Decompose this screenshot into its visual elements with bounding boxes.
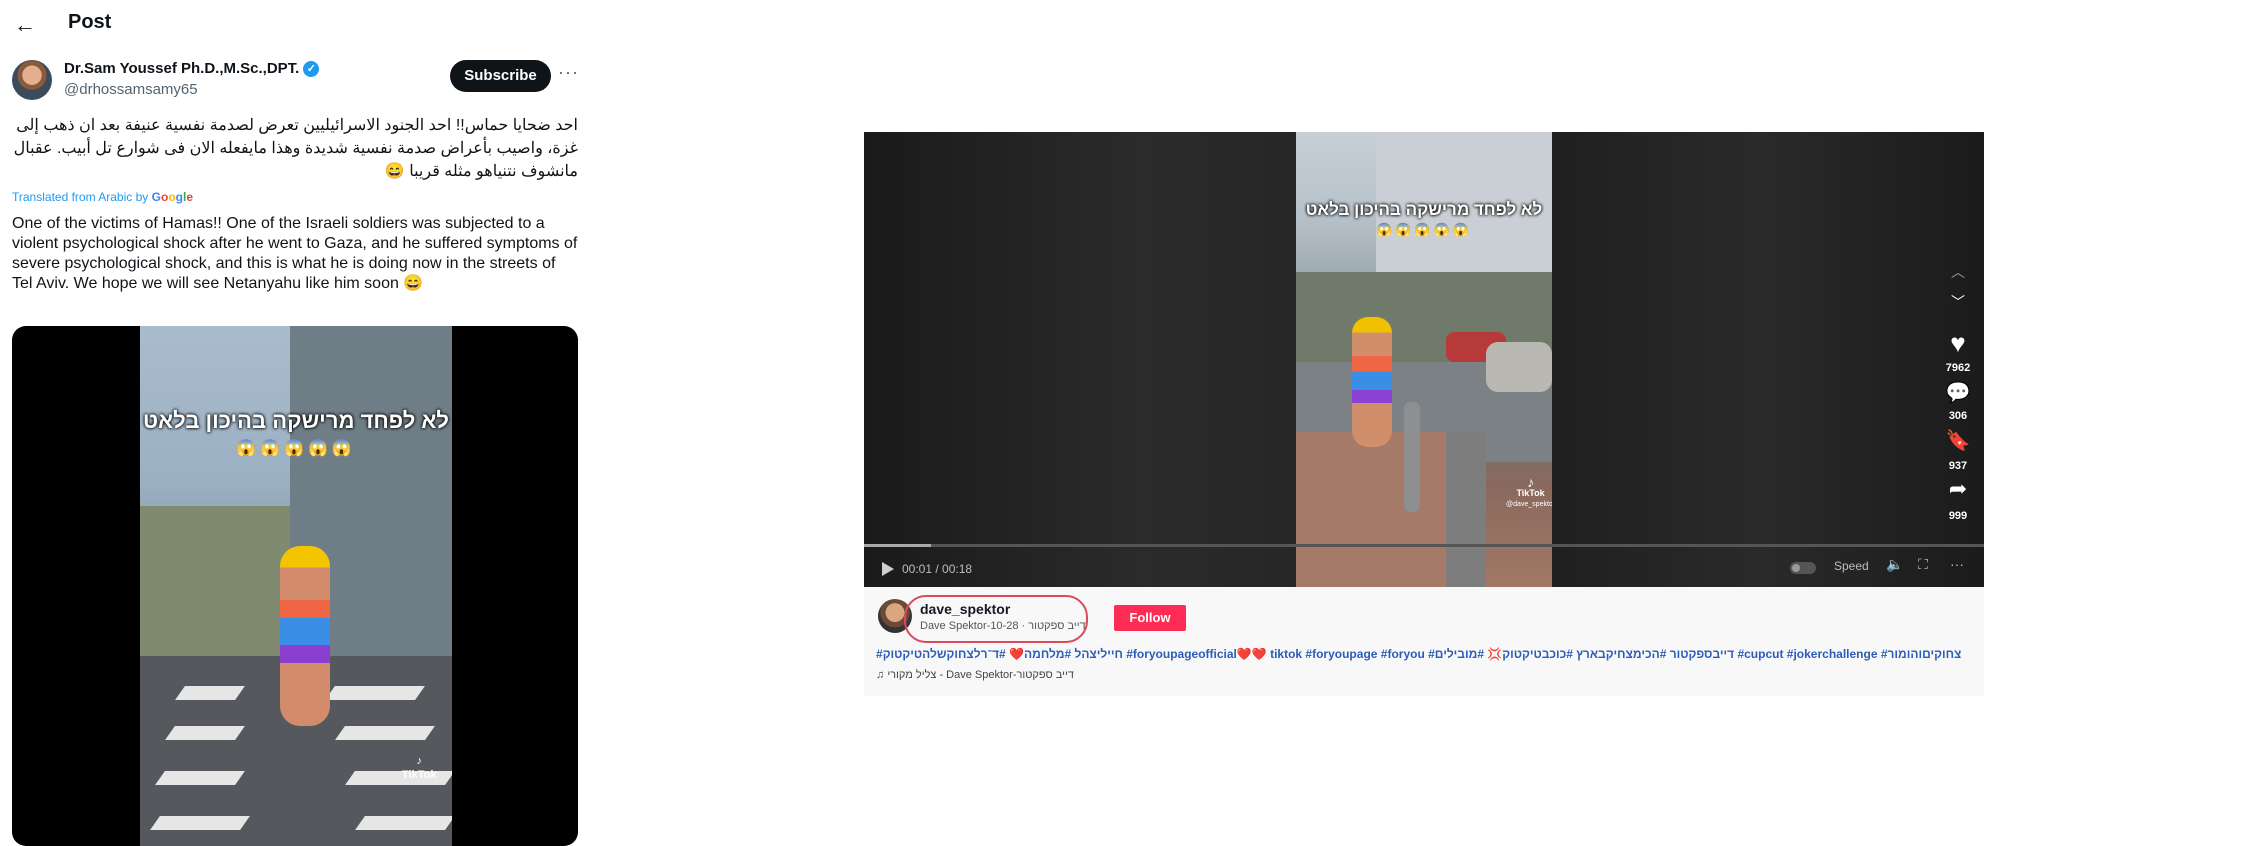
avatar[interactable] [12, 60, 52, 100]
play-icon[interactable] [882, 562, 894, 576]
tweet-video[interactable]: לא לפחד מרישקה בהיכון בלאט 😱😱😱😱😱 ♪ TikTo… [12, 326, 578, 846]
tiktok-mark-text: TikTok [1516, 488, 1545, 498]
subscribe-button[interactable]: Subscribe [450, 60, 551, 92]
more-horizontal-icon[interactable]: ··· [1950, 556, 1964, 572]
author-handle[interactable]: @drhossamsamy65 [64, 81, 198, 98]
tiktok-player[interactable]: לא לפחד מרישקה בהיכון בלאט 😱😱😱😱😱 ♪ TikTo… [864, 132, 1984, 587]
translated-prefix: Translated from Arabic by [12, 190, 149, 204]
chevron-down-icon[interactable]: ﹀ [1944, 292, 1972, 312]
tiktok-watermark: ♪ TikTok @dave_spektor [1506, 474, 1552, 510]
tiktok-watermark: ♪ TikTok [402, 754, 436, 782]
video-caption-emojis: 😱😱😱😱😱 [236, 440, 356, 457]
time-readout: 00:01 / 00:18 [902, 562, 973, 576]
progress-bar[interactable] [864, 544, 1984, 547]
bookmark-icon[interactable]: 🔖 [1944, 428, 1972, 453]
share-icon[interactable]: ➦ [1944, 476, 1972, 502]
heart-icon[interactable]: ♥ [1944, 328, 1972, 359]
comment-icon[interactable]: 💬 [1944, 380, 1972, 405]
post-header: ← Post [0, 0, 580, 50]
dancer-figure [280, 546, 330, 726]
speed-button[interactable]: Speed [1834, 559, 1869, 573]
page-title: Post [68, 11, 112, 33]
video-caption-hebrew: לא לפחד מרישקה בהיכון בלאט [143, 408, 449, 433]
video-frame: לא לפחד מרישקה בהיכון בלאט 😱😱😱😱😱 ♪ TikTo… [140, 326, 452, 846]
tiktok-logo-icon: ♪ [416, 755, 422, 767]
like-count: 7962 [1945, 362, 1971, 374]
tweet-panel: ← Post Dr.Sam Youssef Ph.D.,M.Sc.,DPT. ✓ … [0, 0, 580, 846]
tiktok-watermark-handle: @dave_spektor [1506, 501, 1552, 508]
post-text-translated: One of the victims of Hamas!! One of the… [12, 215, 578, 292]
creator-username[interactable]: dave_spektor [920, 601, 1010, 617]
hashtag-line[interactable]: #חייליצהל #מלחמה❤️ #ד־רלצחוקשלהטיקטוק #f… [876, 647, 1976, 661]
comment-count: 306 [1948, 410, 1968, 422]
verified-badge-icon: ✓ [303, 61, 320, 78]
autoscroll-toggle[interactable] [1790, 562, 1816, 574]
author-name[interactable]: Dr.Sam Youssef Ph.D.,M.Sc.,DPT. ✓ [64, 60, 320, 78]
video-caption-emojis: 😱😱😱😱😱 [1376, 222, 1472, 237]
share-count: 999 [1948, 510, 1968, 522]
tiktok-embed: לא לפחד מרישקה בהיכון בלאט 😱😱😱😱😱 ♪ TikTo… [864, 132, 1984, 696]
more-options-icon[interactable]: ··· [558, 62, 579, 83]
post-text-arabic: احد ضحايا حماس!! احد الجنود الاسرائيليين… [13, 117, 578, 180]
follow-button[interactable]: Follow [1114, 605, 1186, 631]
music-line[interactable]: ♫ צליל מקורי - Dave Spektor-דייב ספקטור [876, 669, 1074, 681]
google-logo: Google [151, 190, 194, 204]
tiktok-logo-icon: ♪ [1527, 474, 1535, 490]
tiktok-mark-text: TikTok [402, 769, 437, 781]
translation-attribution: Translated from Arabic by Google [12, 190, 193, 204]
fullscreen-icon[interactable]: ⛶ [1918, 556, 1928, 573]
video-caption-hebrew: לא לפחד מרישקה בהיכון בלאט [1305, 200, 1543, 219]
creator-subline: Dave Spektor-דייב ספקטור · 10-28 [920, 620, 1086, 632]
video-frame: לא לפחד מרישקה בהיכון בלאט 😱😱😱😱😱 ♪ TikTo… [1296, 132, 1552, 587]
save-count: 937 [1948, 460, 1968, 472]
speaker-icon[interactable]: 🔈 [1886, 556, 1903, 573]
progress-fill [864, 544, 932, 547]
author-name-text[interactable]: Dr.Sam Youssef Ph.D.,M.Sc.,DPT. [64, 60, 299, 77]
chevron-up-icon[interactable]: ︿ [1944, 262, 1972, 282]
arrow-left-icon[interactable]: ← [14, 12, 36, 38]
